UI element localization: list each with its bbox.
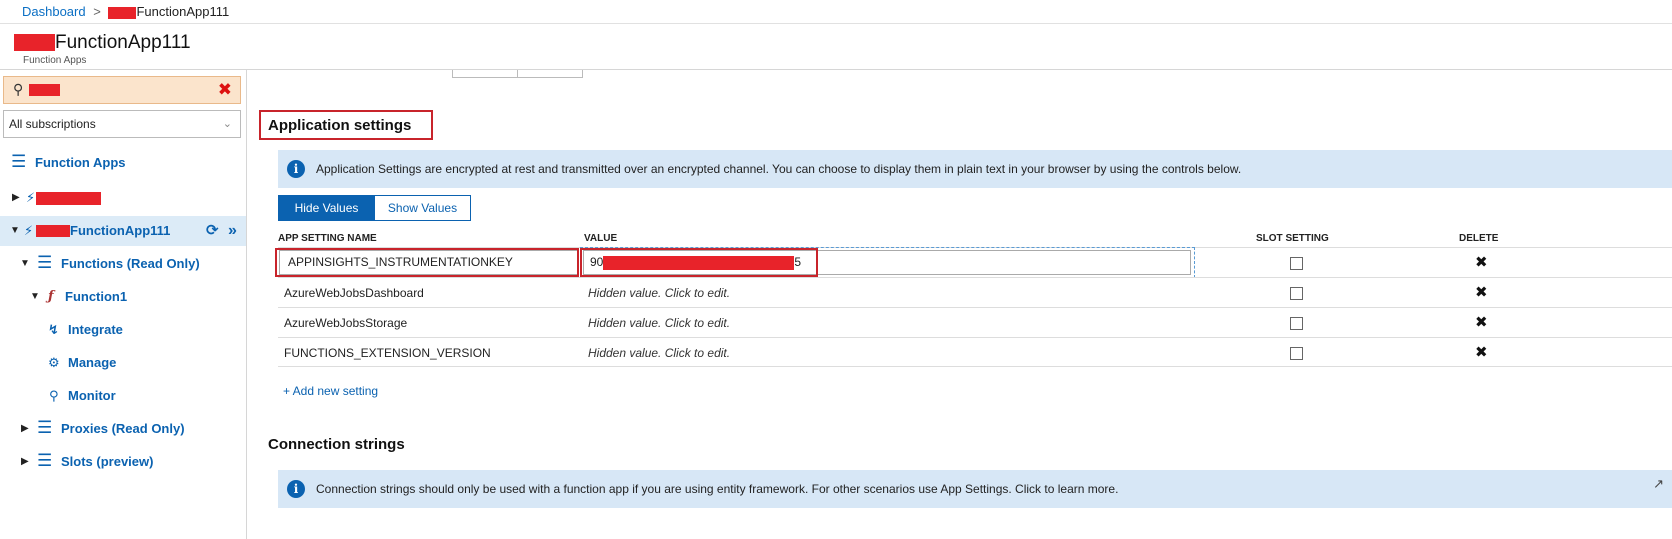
sidebar-item-manage[interactable]: ⚙ Manage <box>0 348 246 378</box>
function-app-icon: ⚡ <box>24 223 34 238</box>
sidebar-item-label: Integrate <box>68 322 123 337</box>
sidebar-item-app-collapsed[interactable]: ▶ ⚡ <box>0 183 246 213</box>
sidebar-item-label: Slots (preview) <box>61 454 154 469</box>
setting-name[interactable]: AzureWebJobsDashboard <box>284 286 424 300</box>
redacted-block <box>36 225 70 237</box>
delete-icon[interactable]: ✖ <box>1475 283 1488 301</box>
highlight-box <box>580 248 818 277</box>
table-row: APPINSIGHTS_INSTRUMENTATIONKEY 90 5 ✖ <box>275 247 1672 278</box>
list-icon: ☰ <box>37 451 53 470</box>
external-link-icon[interactable]: ↗ <box>1653 476 1664 492</box>
collapse-icon[interactable]: ▼ <box>20 249 30 279</box>
page-subtitle: Function Apps <box>23 55 87 66</box>
setting-value[interactable]: Hidden value. Click to edit. <box>588 316 730 330</box>
setting-value[interactable]: Hidden value. Click to edit. <box>588 346 730 360</box>
show-values-button[interactable]: Show Values <box>374 195 471 221</box>
chevron-down-icon: ⌄ <box>222 118 232 130</box>
list-icon: ☰ <box>37 418 53 437</box>
sidebar-item-functionapp111[interactable]: ▼ ⚡ FunctionApp111 ⟳ » <box>0 216 246 246</box>
sidebar-item-label: Function1 <box>65 289 128 304</box>
info-icon: i <box>287 160 305 178</box>
highlight-box <box>275 248 579 277</box>
add-new-setting-link[interactable]: + Add new setting <box>283 384 378 398</box>
breadcrumb-separator: > <box>93 4 101 19</box>
column-header-value: VALUE <box>584 233 618 244</box>
connection-strings-info-banner[interactable]: i Connection strings should only be used… <box>278 470 1672 508</box>
expand-blade-icon[interactable]: » <box>228 216 237 246</box>
sidebar-item-label: Monitor <box>68 388 116 403</box>
list-icon: ☰ <box>11 152 27 171</box>
slot-setting-checkbox[interactable] <box>1290 287 1303 300</box>
sidebar-item-proxies[interactable]: ▶ ☰ Proxies (Read Only) <box>0 414 246 444</box>
sidebar-item-monitor[interactable]: ⚲ Monitor <box>0 381 246 411</box>
subscriptions-value: All subscriptions <box>9 117 96 131</box>
app-settings-info-banner: i Application Settings are encrypted at … <box>278 150 1672 188</box>
hide-values-button[interactable]: Hide Values <box>278 195 375 221</box>
sidebar-item-label: FunctionApp111 <box>70 223 171 238</box>
delete-icon[interactable]: ✖ <box>1475 313 1488 331</box>
info-text: Connection strings should only be used w… <box>316 482 1119 496</box>
page-title-text: FunctionApp111 <box>55 32 191 53</box>
table-row: AzureWebJobsStorage Hidden value. Click … <box>278 307 1672 337</box>
function-icon: ƒ <box>48 289 54 304</box>
redacted-block <box>108 6 137 19</box>
sidebar-item-function1[interactable]: ▼ ƒ Function1 <box>0 282 246 312</box>
function-app-icon: ⚡ <box>26 190 36 205</box>
sidebar-item-function-apps[interactable]: ☰ Function Apps <box>0 148 246 178</box>
app-settings-heading: Application settings <box>268 117 412 134</box>
table-row: FUNCTIONS_EXTENSION_VERSION Hidden value… <box>278 337 1672 367</box>
setting-name[interactable]: FUNCTIONS_EXTENSION_VERSION <box>284 346 491 360</box>
sidebar-item-functions[interactable]: ▼ ☰ Functions (Read Only) <box>0 249 246 279</box>
info-text: Application Settings are encrypted at re… <box>316 162 1242 176</box>
column-header-slot: SLOT SETTING <box>1256 233 1329 244</box>
expand-icon[interactable]: ▶ <box>12 183 20 213</box>
cutoff-button[interactable] <box>452 70 518 78</box>
redacted-block <box>14 34 55 52</box>
expand-icon[interactable]: ▶ <box>21 414 29 444</box>
refresh-icon[interactable]: ⟳ <box>206 216 219 246</box>
page-title: FunctionApp111 <box>14 32 191 54</box>
search-input[interactable]: ⚲ ✖ <box>3 76 241 104</box>
redacted-block <box>36 192 101 205</box>
list-icon: ☰ <box>37 253 53 272</box>
search-icon: ⚲ <box>49 388 59 403</box>
slot-setting-checkbox[interactable] <box>1290 317 1303 330</box>
blade-header: FunctionApp111 Function Apps <box>0 24 1672 70</box>
main-content: Application settings i Application Setti… <box>247 70 1672 539</box>
clear-search-icon[interactable]: ✖ <box>218 80 232 100</box>
collapse-icon[interactable]: ▼ <box>10 216 20 246</box>
slot-setting-checkbox[interactable] <box>1290 347 1303 360</box>
breadcrumb: Dashboard > FunctionApp111 <box>0 0 1672 24</box>
cutoff-button[interactable] <box>517 70 583 78</box>
cutoff-buttons <box>452 70 583 78</box>
sidebar-item-label: Manage <box>68 355 117 370</box>
lightning-icon: ↯ <box>48 322 59 337</box>
sidebar-item-label: Functions (Read Only) <box>61 256 200 271</box>
delete-icon[interactable]: ✖ <box>1475 343 1488 361</box>
slot-setting-checkbox[interactable] <box>1290 257 1303 270</box>
sidebar-item-integrate[interactable]: ↯ Integrate <box>0 315 246 345</box>
breadcrumb-dashboard-link[interactable]: Dashboard <box>22 4 86 19</box>
setting-value[interactable]: Hidden value. Click to edit. <box>588 286 730 300</box>
subscriptions-dropdown[interactable]: All subscriptions ⌄ <box>3 110 241 138</box>
sidebar-item-slots[interactable]: ▶ ☰ Slots (preview) <box>0 447 246 477</box>
column-header-name: APP SETTING NAME <box>278 233 377 244</box>
column-header-delete: DELETE <box>1459 233 1499 244</box>
connection-strings-heading: Connection strings <box>268 436 405 453</box>
search-icon: ⚲ <box>13 81 24 97</box>
sidebar-item-label: Function Apps <box>35 155 126 170</box>
info-icon: i <box>287 480 305 498</box>
expand-icon[interactable]: ▶ <box>21 447 29 477</box>
table-row: AzureWebJobsDashboard Hidden value. Clic… <box>278 277 1672 307</box>
resource-sidebar: ⚲ ✖ All subscriptions ⌄ ☰ Function Apps … <box>0 70 247 539</box>
breadcrumb-current: FunctionApp111 <box>136 4 230 19</box>
redacted-block <box>29 84 60 96</box>
gear-icon: ⚙ <box>48 355 60 370</box>
sidebar-item-label: Proxies (Read Only) <box>61 421 185 436</box>
setting-name[interactable]: AzureWebJobsStorage <box>284 316 407 330</box>
collapse-icon[interactable]: ▼ <box>30 282 40 312</box>
delete-icon[interactable]: ✖ <box>1475 253 1488 271</box>
